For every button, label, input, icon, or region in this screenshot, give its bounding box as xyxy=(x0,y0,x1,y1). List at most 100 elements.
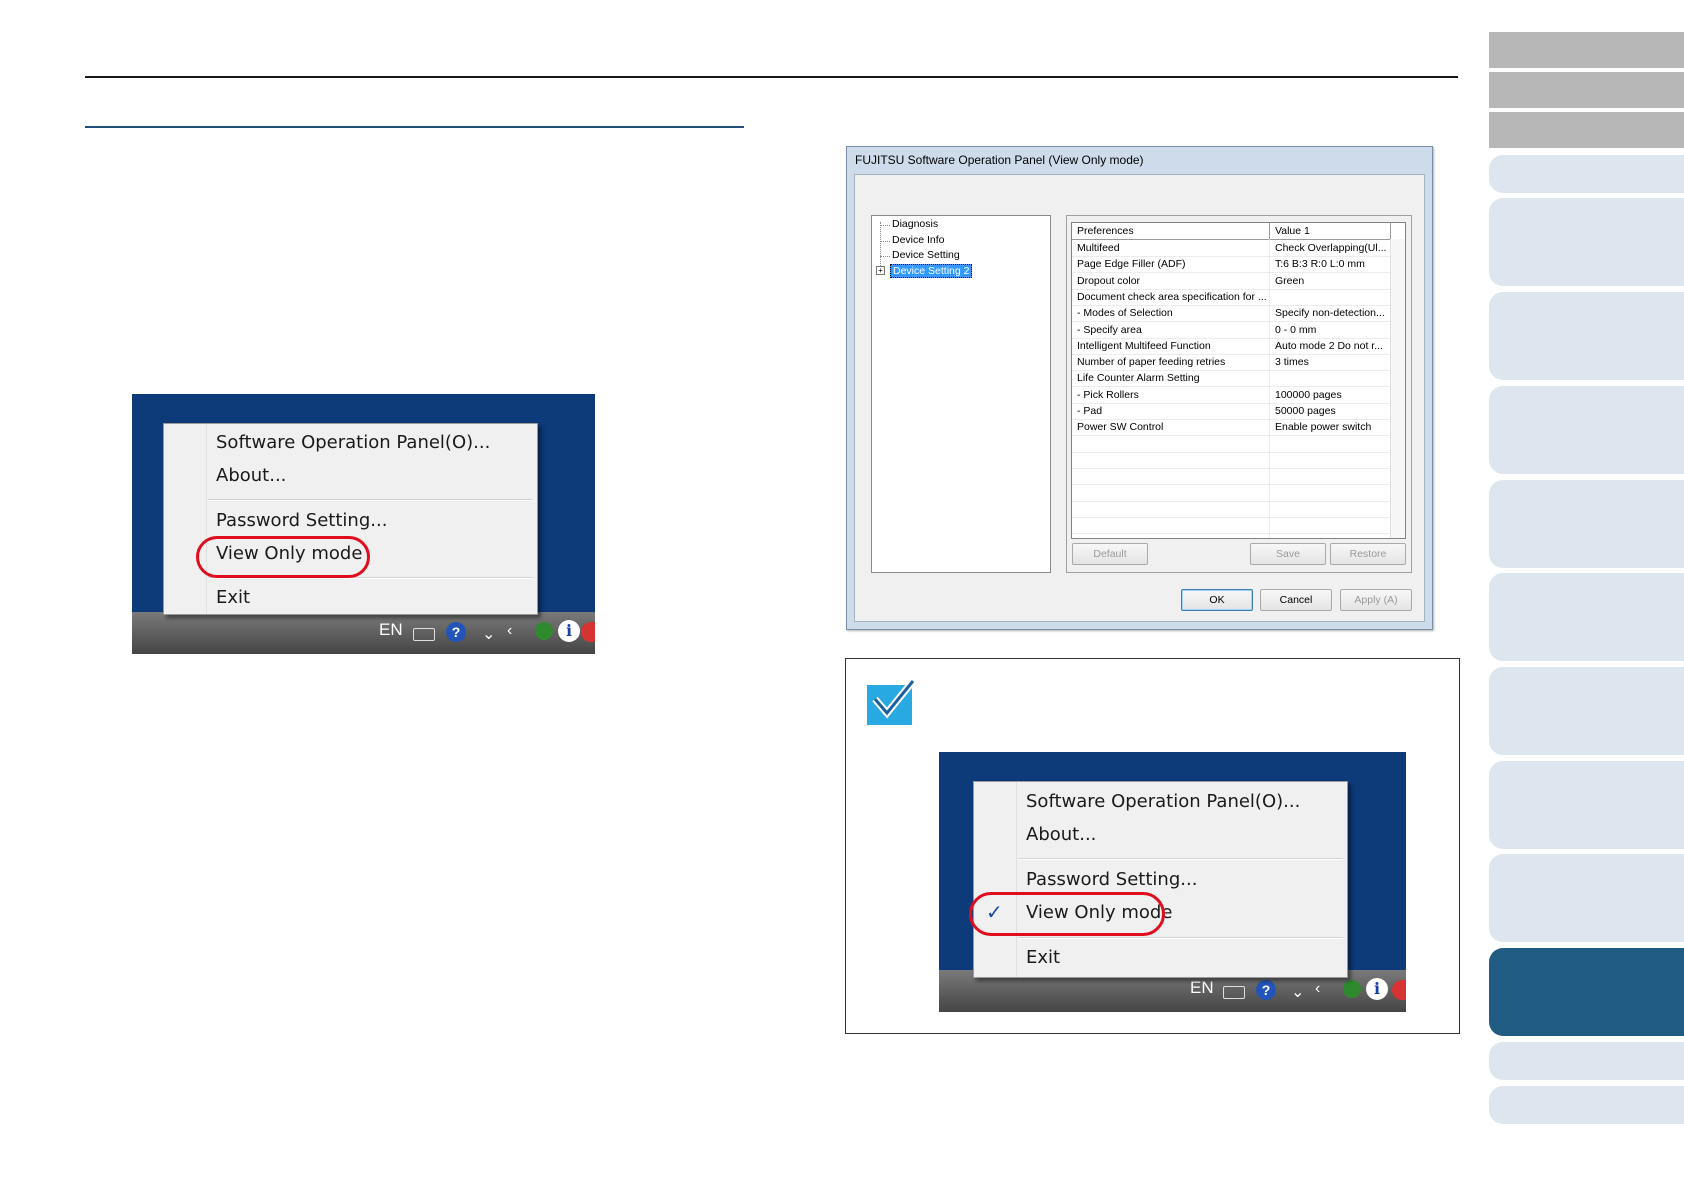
menu-item-operation-panel[interactable]: Software Operation Panel(O)... xyxy=(216,432,490,453)
nav-tab-10[interactable] xyxy=(1489,667,1684,755)
highlight-ring xyxy=(969,892,1165,936)
apply-button[interactable]: Apply (A) xyxy=(1340,589,1412,611)
row-value: 3 times xyxy=(1275,356,1309,369)
row-preference: Page Edge Filler (ADF) xyxy=(1077,258,1186,271)
settings-panel: Preferences Value 1 Multifeed Check Overl… xyxy=(1066,215,1412,573)
save-button[interactable]: Save xyxy=(1250,543,1326,565)
expand-icon[interactable]: ⌄ xyxy=(1291,982,1304,1002)
menu-item-exit[interactable]: Exit xyxy=(1026,947,1060,968)
column-header-preferences[interactable]: Preferences xyxy=(1077,225,1134,237)
tree-item-diagnosis[interactable]: Diagnosis xyxy=(892,218,938,230)
table-row[interactable]: Document check area specification for ..… xyxy=(1072,289,1391,306)
nav-tab-15[interactable] xyxy=(1489,1086,1684,1124)
grid-header: Preferences Value 1 xyxy=(1072,223,1405,240)
settings-grid: Preferences Value 1 Multifeed Check Overl… xyxy=(1071,222,1406,539)
nav-tab-8[interactable] xyxy=(1489,480,1684,568)
table-row[interactable]: Power SW Control Enable power switch xyxy=(1072,419,1391,437)
chevron-left-icon[interactable]: ‹ xyxy=(507,622,512,640)
expand-icon[interactable]: ⌄ xyxy=(482,624,495,644)
nav-tab-1[interactable] xyxy=(1489,32,1684,68)
expand-icon[interactable]: + xyxy=(876,266,885,275)
nav-tab-6[interactable] xyxy=(1489,292,1684,380)
table-row[interactable] xyxy=(1072,517,1391,535)
scanner-status-icon[interactable] xyxy=(535,622,553,640)
row-preference: Intelligent Multifeed Function xyxy=(1077,339,1211,352)
row-value: 0 - 0 mm xyxy=(1275,323,1317,336)
context-menu: Software Operation Panel(O)... About... … xyxy=(973,781,1348,978)
red-app-icon[interactable] xyxy=(1392,980,1406,1000)
tree-item-device-setting[interactable]: Device Setting xyxy=(892,249,960,261)
menu-item-exit[interactable]: Exit xyxy=(216,587,250,608)
table-row[interactable] xyxy=(1072,501,1391,518)
menu-item-password-setting[interactable]: Password Setting... xyxy=(216,510,387,531)
menu-item-operation-panel[interactable]: Software Operation Panel(O)... xyxy=(1026,791,1300,812)
menu-separator xyxy=(208,499,533,501)
nav-tab-13-active[interactable] xyxy=(1489,948,1684,1036)
table-row[interactable]: - Pick Rollers 100000 pages xyxy=(1072,387,1391,404)
info-icon[interactable]: i xyxy=(1366,978,1388,1000)
hint-box: EN ? ⌄ ‹ i Software Operation Panel(O)..… xyxy=(845,658,1460,1034)
chevron-left-icon[interactable]: ‹ xyxy=(1315,980,1320,998)
menu-item-about[interactable]: About... xyxy=(1026,824,1096,845)
default-button[interactable]: Default xyxy=(1072,543,1148,565)
table-row[interactable]: Dropout color Green xyxy=(1072,273,1391,290)
column-header-value[interactable]: Value 1 xyxy=(1275,225,1310,237)
row-preference: Dropout color xyxy=(1077,274,1141,287)
language-indicator[interactable]: EN xyxy=(379,620,403,640)
column-divider xyxy=(1269,223,1270,239)
menu-gutter xyxy=(164,424,207,614)
row-preference: Life Counter Alarm Setting xyxy=(1077,372,1200,385)
table-row[interactable] xyxy=(1072,452,1391,469)
dialog-body: Diagnosis Device Info Device Setting + D… xyxy=(854,174,1425,622)
cancel-button[interactable]: Cancel xyxy=(1260,589,1332,611)
nav-tab-14[interactable] xyxy=(1489,1042,1684,1080)
help-icon[interactable]: ? xyxy=(1256,980,1276,1000)
table-row[interactable]: Intelligent Multifeed Function Auto mode … xyxy=(1072,338,1391,355)
table-row[interactable]: Number of paper feeding retries 3 times xyxy=(1072,354,1391,372)
section-rule xyxy=(85,126,744,128)
info-icon[interactable]: i xyxy=(558,620,580,642)
nav-tab-9[interactable] xyxy=(1489,573,1684,661)
scanner-status-icon[interactable] xyxy=(1343,980,1361,998)
nav-tab-4[interactable] xyxy=(1489,155,1684,193)
table-row[interactable]: Page Edge Filler (ADF) T:6 B:3 R:0 L:0 mm xyxy=(1072,256,1391,274)
nav-tab-12[interactable] xyxy=(1489,854,1684,942)
menu-item-about[interactable]: About... xyxy=(216,465,286,486)
keyboard-icon[interactable] xyxy=(413,628,435,641)
highlight-ring xyxy=(196,536,370,578)
language-indicator[interactable]: EN xyxy=(1190,978,1214,998)
menu-gutter xyxy=(974,782,1017,977)
tree-connector xyxy=(880,225,890,226)
table-row[interactable] xyxy=(1072,436,1391,453)
nav-tab-2[interactable] xyxy=(1489,72,1684,108)
tray-menu-screenshot-checked: EN ? ⌄ ‹ i Software Operation Panel(O)..… xyxy=(939,752,1406,1012)
nav-tab-5[interactable] xyxy=(1489,198,1684,286)
table-row[interactable]: Life Counter Alarm Setting xyxy=(1072,370,1391,388)
help-icon[interactable]: ? xyxy=(446,622,466,642)
tree-connector xyxy=(880,256,890,257)
dialog-title: FUJITSU Software Operation Panel (View O… xyxy=(855,153,1144,167)
table-row[interactable]: - Modes of Selection Specify non-detectio… xyxy=(1072,305,1391,323)
table-row[interactable] xyxy=(1072,485,1391,502)
nav-tab-7[interactable] xyxy=(1489,386,1684,474)
table-row[interactable]: - Specify area 0 - 0 mm xyxy=(1072,322,1391,339)
ok-button[interactable]: OK xyxy=(1181,589,1253,611)
row-preference: - Pad xyxy=(1077,405,1103,417)
row-value: 50000 pages xyxy=(1275,405,1336,417)
table-row[interactable] xyxy=(1072,468,1391,486)
row-preference: Number of paper feeding retries xyxy=(1077,356,1226,369)
tray-menu-screenshot: EN ? ⌄ ‹ i Software Operation Panel(O)..… xyxy=(132,394,595,654)
tree-item-device-info[interactable]: Device Info xyxy=(892,234,945,246)
menu-item-password-setting[interactable]: Password Setting... xyxy=(1026,869,1197,890)
nav-tab-3[interactable] xyxy=(1489,112,1684,148)
restore-button[interactable]: Restore xyxy=(1330,543,1406,565)
tree-item-device-setting-2[interactable]: Device Setting 2 xyxy=(890,264,973,278)
nav-tab-11[interactable] xyxy=(1489,761,1684,849)
table-row[interactable]: - Pad 50000 pages xyxy=(1072,403,1391,420)
red-app-icon[interactable] xyxy=(581,622,595,642)
keyboard-icon[interactable] xyxy=(1223,986,1245,999)
row-preference: Multifeed xyxy=(1077,242,1120,254)
grid-scrollbar[interactable] xyxy=(1390,239,1405,538)
table-row[interactable]: Multifeed Check Overlapping(Ul... xyxy=(1072,240,1391,257)
row-value: Auto mode 2 Do not r... xyxy=(1275,339,1383,352)
